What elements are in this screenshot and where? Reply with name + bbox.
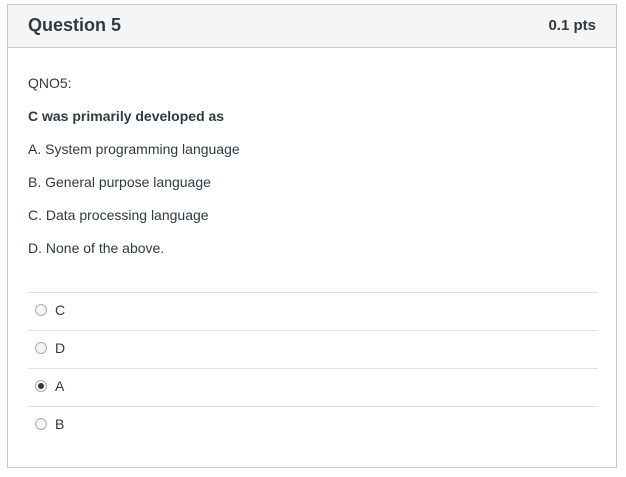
question-stem: C was primarily developed as (28, 108, 225, 124)
answer-label[interactable]: C (55, 302, 65, 318)
option-text-c: C. Data processing language (28, 207, 209, 223)
answer-option-c[interactable]: C (28, 292, 598, 330)
radio-button[interactable] (35, 304, 47, 316)
answer-option-b[interactable]: B (28, 406, 598, 444)
answer-option-d[interactable]: D (28, 330, 598, 368)
answer-label[interactable]: B (55, 416, 64, 432)
question-points: 0.1 pts (548, 17, 596, 34)
question-number: QNO5: (28, 75, 72, 91)
option-text-a: A. System programming language (28, 141, 240, 157)
option-text-b: B. General purpose language (28, 174, 211, 190)
answer-list: C D A B (28, 292, 598, 444)
question-body: QNO5: C was primarily developed as A. Sy… (28, 74, 598, 272)
answer-option-a[interactable]: A (28, 368, 598, 406)
option-text-d: D. None of the above. (28, 240, 165, 256)
question-title: Question 5 (28, 15, 122, 35)
answer-label[interactable]: D (55, 340, 65, 356)
question-card: Question 5 0.1 pts QNO5: C was primarily… (7, 4, 617, 468)
answer-label[interactable]: A (55, 378, 64, 394)
radio-button[interactable] (35, 342, 47, 354)
radio-button[interactable] (35, 418, 47, 430)
radio-button[interactable] (35, 380, 47, 392)
question-header: Question 5 0.1 pts (8, 5, 616, 48)
